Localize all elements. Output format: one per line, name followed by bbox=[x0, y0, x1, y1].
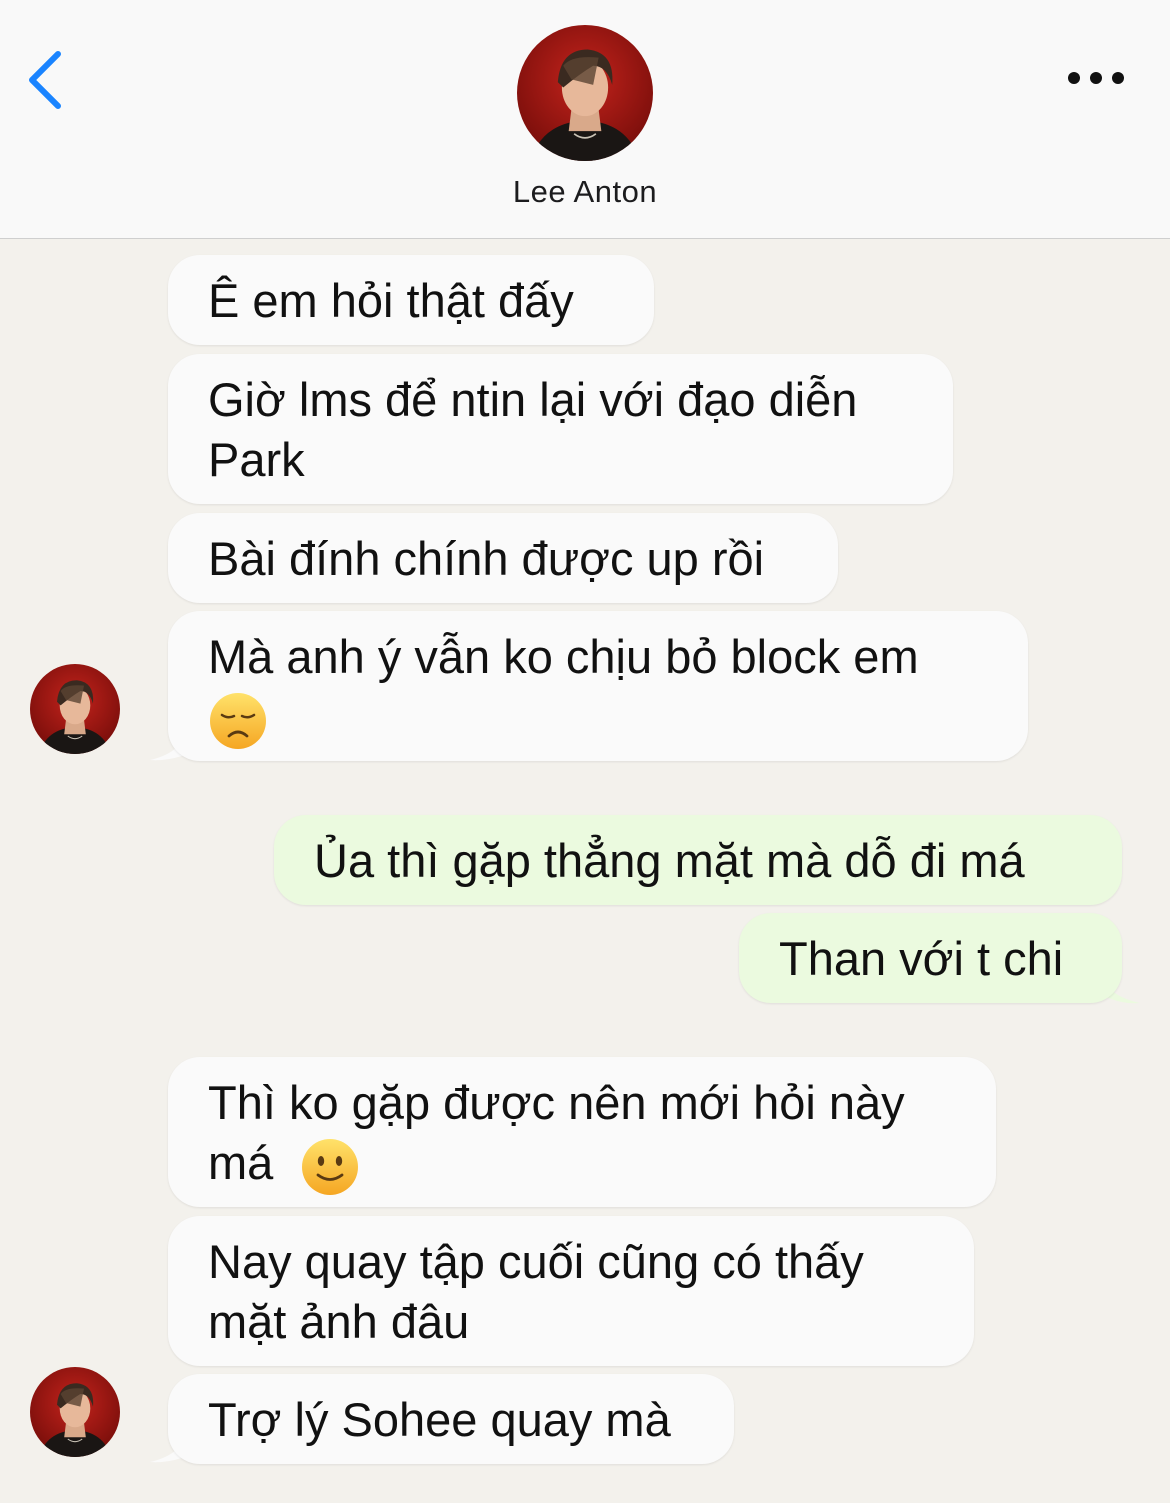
chat-header: Lee Anton bbox=[0, 0, 1170, 239]
message-bubble-incoming[interactable]: Bài đính chính được up rồi bbox=[168, 513, 838, 603]
message-bubble-incoming[interactable]: Nay quay tập cuối cũng có thấy mặt ảnh đ… bbox=[168, 1216, 974, 1366]
message-text-line: Mà anh ý vẫn ko chịu bỏ block em bbox=[208, 630, 919, 683]
sender-avatar[interactable] bbox=[30, 1367, 120, 1457]
message-bubble-incoming[interactable]: Trợ lý Sohee quay mà bbox=[168, 1374, 734, 1464]
disappointed-face-emoji bbox=[210, 692, 266, 749]
message-text-line: mặt ảnh đâu bbox=[208, 1295, 470, 1348]
more-options-button[interactable] bbox=[1066, 62, 1126, 94]
contact-name[interactable]: Lee Anton bbox=[0, 174, 1170, 210]
sender-avatar[interactable] bbox=[30, 664, 120, 754]
ellipsis-icon bbox=[1068, 72, 1124, 84]
message-bubble-incoming[interactable]: Mà anh ý vẫn ko chịu bỏ block em bbox=[168, 611, 1028, 761]
message-bubble-outgoing[interactable]: Than với t chi bbox=[739, 913, 1122, 1003]
message-text: Than với t chi bbox=[779, 932, 1064, 985]
message-text-line: Giờ lms để ntin lại với đạo diễn bbox=[208, 373, 858, 426]
message-text-line: má bbox=[208, 1136, 274, 1189]
message-text-line: Thì ko gặp được nên mới hỏi này bbox=[208, 1076, 905, 1129]
message-text: Ủa thì gặp thẳng mặt mà dỗ đi má bbox=[314, 834, 1025, 887]
slightly-smiling-face-emoji bbox=[302, 1138, 359, 1195]
message-text-line: Nay quay tập cuối cũng có thấy bbox=[208, 1235, 864, 1288]
message-bubble-incoming[interactable]: Ê em hỏi thật đấy bbox=[168, 255, 654, 345]
message-text-line: Park bbox=[208, 433, 305, 486]
contact-avatar[interactable] bbox=[517, 25, 653, 161]
chevron-left-icon bbox=[29, 51, 61, 109]
message-text: Trợ lý Sohee quay mà bbox=[208, 1393, 671, 1446]
message-bubble-incoming[interactable]: Thì ko gặp được nên mới hỏi này má bbox=[168, 1057, 996, 1207]
message-text: Ê em hỏi thật đấy bbox=[208, 274, 574, 327]
message-bubble-outgoing[interactable]: Ủa thì gặp thẳng mặt mà dỗ đi má bbox=[274, 815, 1122, 905]
message-bubble-incoming[interactable]: Giờ lms để ntin lại với đạo diễn Park bbox=[168, 354, 953, 504]
message-text: Bài đính chính được up rồi bbox=[208, 532, 765, 585]
back-button[interactable] bbox=[22, 48, 70, 112]
